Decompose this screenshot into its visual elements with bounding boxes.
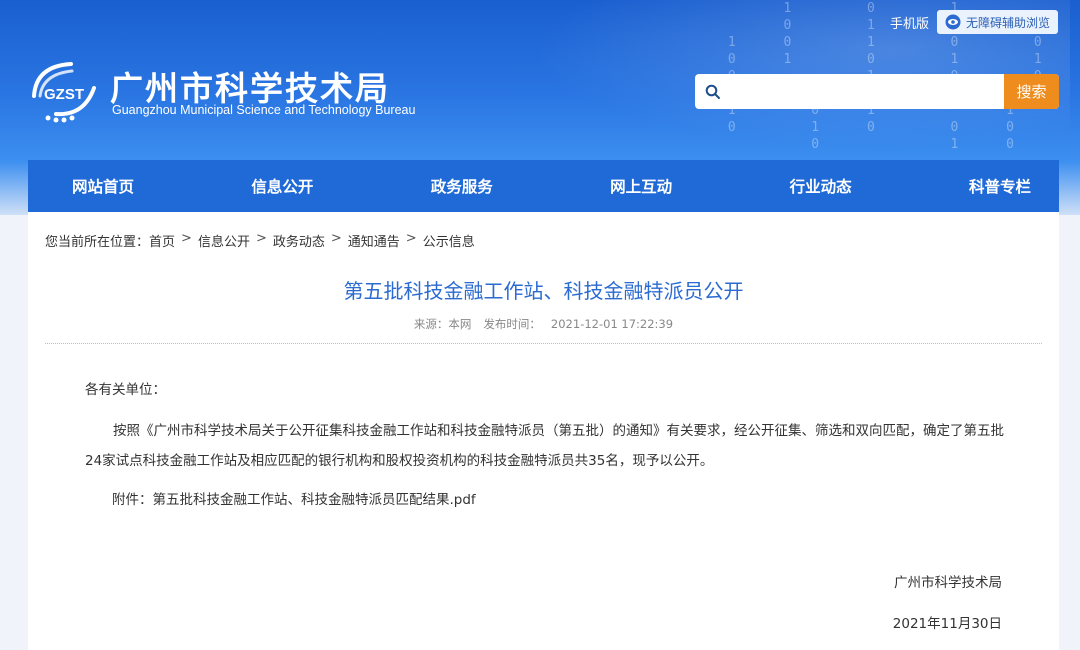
breadcrumb: 您当前所在位置： 首页 > 信息公开 > 政务动态 > 通知通告 > 公示信息 xyxy=(45,231,475,250)
nav-item-online-interaction[interactable]: 网上互动 xyxy=(610,175,672,197)
divider xyxy=(45,343,1042,344)
publish-label: 发布时间： xyxy=(483,317,541,331)
breadcrumb-home[interactable]: 首页 xyxy=(149,231,175,250)
greeting: 各有关单位： xyxy=(85,382,166,398)
article-title: 第五批科技金融工作站、科技金融特派员公开 xyxy=(343,279,744,303)
breadcrumb-separator: > xyxy=(330,231,342,246)
breadcrumb-separator: > xyxy=(255,231,267,246)
breadcrumb-info-disclosure[interactable]: 信息公开 xyxy=(198,231,250,250)
site-header: 1 0 1 0 1 0 1 1 0 1 0 0 0 1 0 1 1 0 1 0 … xyxy=(0,0,1080,215)
attachment-label: 附件： xyxy=(112,492,153,508)
search-input[interactable] xyxy=(731,74,1004,109)
article-body: 按照《广州市科学技术局关于公开征集科技金融工作站和科技金融特派员（第五批）的通知… xyxy=(85,423,1004,469)
source-value: 本网 xyxy=(448,317,472,331)
search-icon xyxy=(695,74,731,109)
gzst-logo: GZST xyxy=(32,62,96,123)
breadcrumb-separator: > xyxy=(181,231,192,246)
breadcrumb-separator: > xyxy=(405,231,417,246)
accessibility-button[interactable]: 无障碍辅助浏览 xyxy=(936,10,1058,34)
breadcrumb-government-news[interactable]: 政务动态 xyxy=(273,231,325,250)
nav-item-home[interactable]: 网站首页 xyxy=(72,175,134,197)
top-links: 手机版 无障碍辅助浏览 xyxy=(890,10,1058,34)
nav-item-science-column[interactable]: 科普专栏 xyxy=(969,175,1031,197)
svg-text:GZST: GZST xyxy=(44,86,84,103)
site-subtitle: Guangzhou Municipal Science and Technolo… xyxy=(112,103,416,117)
nav-item-government-services[interactable]: 政务服务 xyxy=(431,175,493,197)
signature: 广州市科学技术局 xyxy=(894,575,1002,591)
mobile-version-link[interactable]: 手机版 xyxy=(890,13,929,32)
accessibility-label: 无障碍辅助浏览 xyxy=(965,15,1050,30)
search-box: 搜索 xyxy=(695,74,1059,109)
eye-icon xyxy=(945,14,961,30)
publish-time: 2021-12-01 17:22:39 xyxy=(550,317,674,331)
breadcrumb-public-info[interactable]: 公示信息 xyxy=(423,231,475,250)
attachment-link[interactable]: 第五批科技金融工作站、科技金融特派员匹配结果.pdf xyxy=(153,492,476,508)
nav-item-info-disclosure[interactable]: 信息公开 xyxy=(251,175,313,197)
article-content: 您当前所在位置： 首页 > 信息公开 > 政务动态 > 通知通告 > 公示信息 … xyxy=(28,212,1059,650)
article-meta: 来源：本网 发布时间： 2021-12-01 17:22:39 xyxy=(28,316,1059,332)
signature-date: 2021年11月30日 xyxy=(892,616,1002,632)
nav-item-industry-news[interactable]: 行业动态 xyxy=(790,175,852,197)
source-label: 来源： xyxy=(413,317,449,331)
breadcrumb-notices[interactable]: 通知通告 xyxy=(348,231,400,250)
attachment: 附件：第五批科技金融工作站、科技金融特派员匹配结果.pdf xyxy=(112,485,476,515)
main-nav: 网站首页 信息公开 政务服务 网上互动 行业动态 科普专栏 xyxy=(28,160,1059,212)
search-button[interactable]: 搜索 xyxy=(1004,74,1059,109)
breadcrumb-prefix: 您当前所在位置： xyxy=(45,235,150,250)
